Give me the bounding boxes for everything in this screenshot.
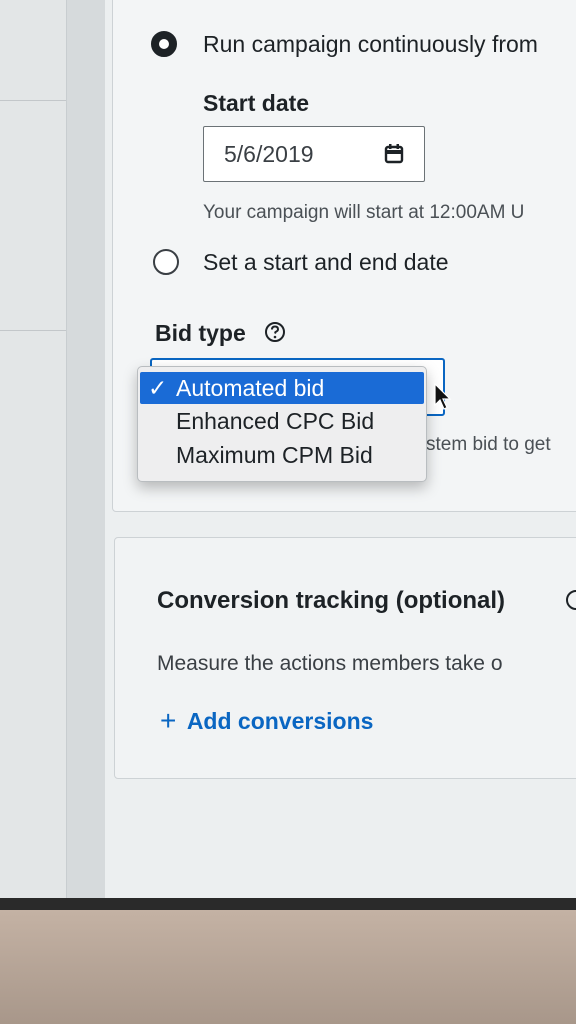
add-conversions-label: Add conversions (186, 708, 374, 734)
bid-type-label: Bid type (155, 320, 246, 346)
checkmark-icon: ✓ (148, 375, 168, 401)
bid-type-dropdown: ✓ Automated bid Enhanced CPC Bid Maximum… (137, 366, 427, 482)
question-circle-icon[interactable] (264, 321, 286, 343)
desk-surface (0, 910, 576, 1024)
option-label: Enhanced CPC Bid (176, 408, 375, 434)
start-time-hint: Your campaign will start at 12:00AM U (203, 202, 525, 223)
page-gutter (67, 0, 105, 898)
conversion-title: Conversion tracking (optional) (157, 587, 506, 614)
question-circle-icon[interactable] (565, 589, 576, 611)
radio-start-end-date-label[interactable]: Set a start and end date (203, 249, 449, 276)
monitor-bezel (0, 898, 576, 910)
plus-icon: + (160, 705, 177, 736)
radio-start-end-date[interactable] (153, 249, 179, 275)
option-maximum-cpm[interactable]: Maximum CPM Bid (140, 439, 424, 471)
calendar-icon[interactable] (384, 144, 404, 164)
conversion-description: Measure the actions members take o (157, 652, 503, 675)
option-label: Maximum CPM Bid (176, 442, 373, 468)
divider (0, 330, 66, 331)
radio-run-continuously[interactable] (151, 31, 177, 57)
bid-hint-text: stem bid to get (426, 434, 551, 455)
add-conversions-link[interactable]: + Add conversions (160, 704, 373, 736)
start-date-input[interactable]: 5/6/2019 (203, 126, 425, 182)
option-enhanced-cpc[interactable]: Enhanced CPC Bid (140, 405, 424, 437)
radio-run-continuously-label[interactable]: Run campaign continuously from (203, 31, 538, 58)
app-screen: Run campaign continuously from Start dat… (0, 0, 576, 898)
mouse-pointer-icon (434, 383, 452, 410)
start-date-label: Start date (203, 90, 310, 116)
left-panel (0, 0, 67, 898)
start-date-value: 5/6/2019 (224, 141, 314, 167)
option-label: Automated bid (176, 375, 325, 401)
option-automated-bid[interactable]: ✓ Automated bid (140, 372, 424, 404)
divider (0, 100, 66, 101)
